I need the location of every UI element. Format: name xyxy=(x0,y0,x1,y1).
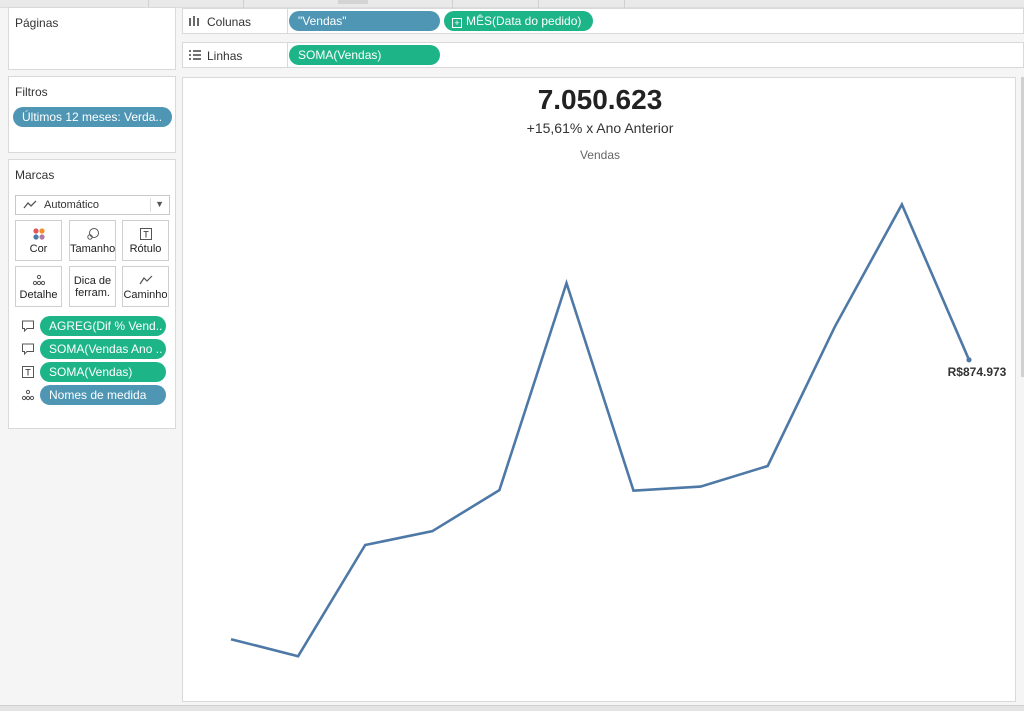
pages-card[interactable]: Páginas xyxy=(8,7,176,70)
strip-tick xyxy=(243,0,244,8)
strip-tab[interactable] xyxy=(338,0,368,4)
tooltip-icon xyxy=(21,342,35,356)
marks-field-pill[interactable]: SOMA(Vendas Ano .. xyxy=(40,339,166,359)
shelf-divider xyxy=(287,9,288,33)
rows-pill[interactable]: SOMA(Vendas) xyxy=(289,45,440,65)
filters-card[interactable]: Filtros Últimos 12 meses: Verda.. xyxy=(8,76,176,153)
label-icon xyxy=(21,365,35,379)
filter-pill[interactable]: Últimos 12 meses: Verda.. xyxy=(13,107,172,127)
tooltip-button-label: Dica de ferram. xyxy=(73,275,112,299)
path-icon xyxy=(123,273,168,287)
shelf-divider xyxy=(287,43,288,67)
columns-pill[interactable]: "Vendas" xyxy=(289,11,440,31)
mark-type-dropdown[interactable]: Automático ▼ xyxy=(15,195,170,215)
path-button-label: Caminho xyxy=(123,289,168,301)
columns-shelf[interactable]: Colunas "Vendas" + MÊS(Data do pedido) xyxy=(182,8,1024,34)
rows-icon xyxy=(188,48,202,65)
color-icon xyxy=(16,227,61,241)
rows-shelf[interactable]: Linhas SOMA(Vendas) xyxy=(182,42,1024,68)
marks-field-pill[interactable]: Nomes de medida xyxy=(40,385,166,405)
detail-button-label: Detalhe xyxy=(19,289,58,301)
rows-shelf-label: Linhas xyxy=(207,49,243,63)
columns-shelf-label: Colunas xyxy=(207,15,252,29)
series-line[interactable] xyxy=(230,201,971,658)
size-button[interactable]: Tamanho xyxy=(69,220,116,261)
view-canvas[interactable]: 7.050.623 +15,61% x Ano Anterior Vendas … xyxy=(182,77,1016,702)
size-button-label: Tamanho xyxy=(70,243,116,255)
bottom-tab-strip xyxy=(0,705,1024,711)
size-icon xyxy=(70,227,115,241)
marks-field-row[interactable]: SOMA(Vendas Ano .. xyxy=(21,339,171,359)
line-mark-icon xyxy=(23,199,37,214)
detail-button[interactable]: Detalhe xyxy=(15,266,62,307)
marks-field-pill[interactable]: SOMA(Vendas) xyxy=(40,362,166,382)
columns-pill-date[interactable]: + MÊS(Data do pedido) xyxy=(444,11,593,31)
pages-title: Páginas xyxy=(15,16,59,30)
expand-plus-icon[interactable]: + xyxy=(452,18,462,28)
label-button[interactable]: Rótulo xyxy=(122,220,169,261)
strip-tick xyxy=(452,0,453,8)
tooltip-icon xyxy=(21,319,35,333)
detail-icon xyxy=(16,273,61,287)
label-button-label: Rótulo xyxy=(129,243,162,255)
strip-tick xyxy=(538,0,539,8)
path-button[interactable]: Caminho xyxy=(122,266,169,307)
sales-line-chart[interactable]: R$874.973 xyxy=(183,78,1017,703)
columns-icon xyxy=(188,14,202,31)
tooltip-button[interactable]: Dica de ferram. xyxy=(69,266,116,307)
marks-field-row[interactable]: AGREG(Dif % Vend.. xyxy=(21,316,171,336)
mark-type-label: Automático xyxy=(44,199,100,211)
label-icon xyxy=(123,227,168,241)
chevron-down-icon[interactable]: ▼ xyxy=(155,199,164,209)
detail-icon xyxy=(21,388,35,402)
marks-field-row[interactable]: Nomes de medida xyxy=(21,385,171,405)
marks-title: Marcas xyxy=(15,168,55,182)
strip-tick xyxy=(624,0,625,8)
data-point[interactable] xyxy=(966,357,972,363)
marks-card: Marcas Automático ▼ Cor Tamanho Rótulo D… xyxy=(8,159,176,429)
color-button[interactable]: Cor xyxy=(15,220,62,261)
columns-pill-date-label: MÊS(Data do pedido) xyxy=(466,14,582,28)
filters-title: Filtros xyxy=(15,85,48,99)
dropdown-separator xyxy=(150,198,151,212)
last-point-label: R$874.973 xyxy=(948,365,1007,379)
color-button-label: Cor xyxy=(29,243,48,255)
marks-field-row[interactable]: SOMA(Vendas) xyxy=(21,362,171,382)
marks-field-pill[interactable]: AGREG(Dif % Vend.. xyxy=(40,316,166,336)
